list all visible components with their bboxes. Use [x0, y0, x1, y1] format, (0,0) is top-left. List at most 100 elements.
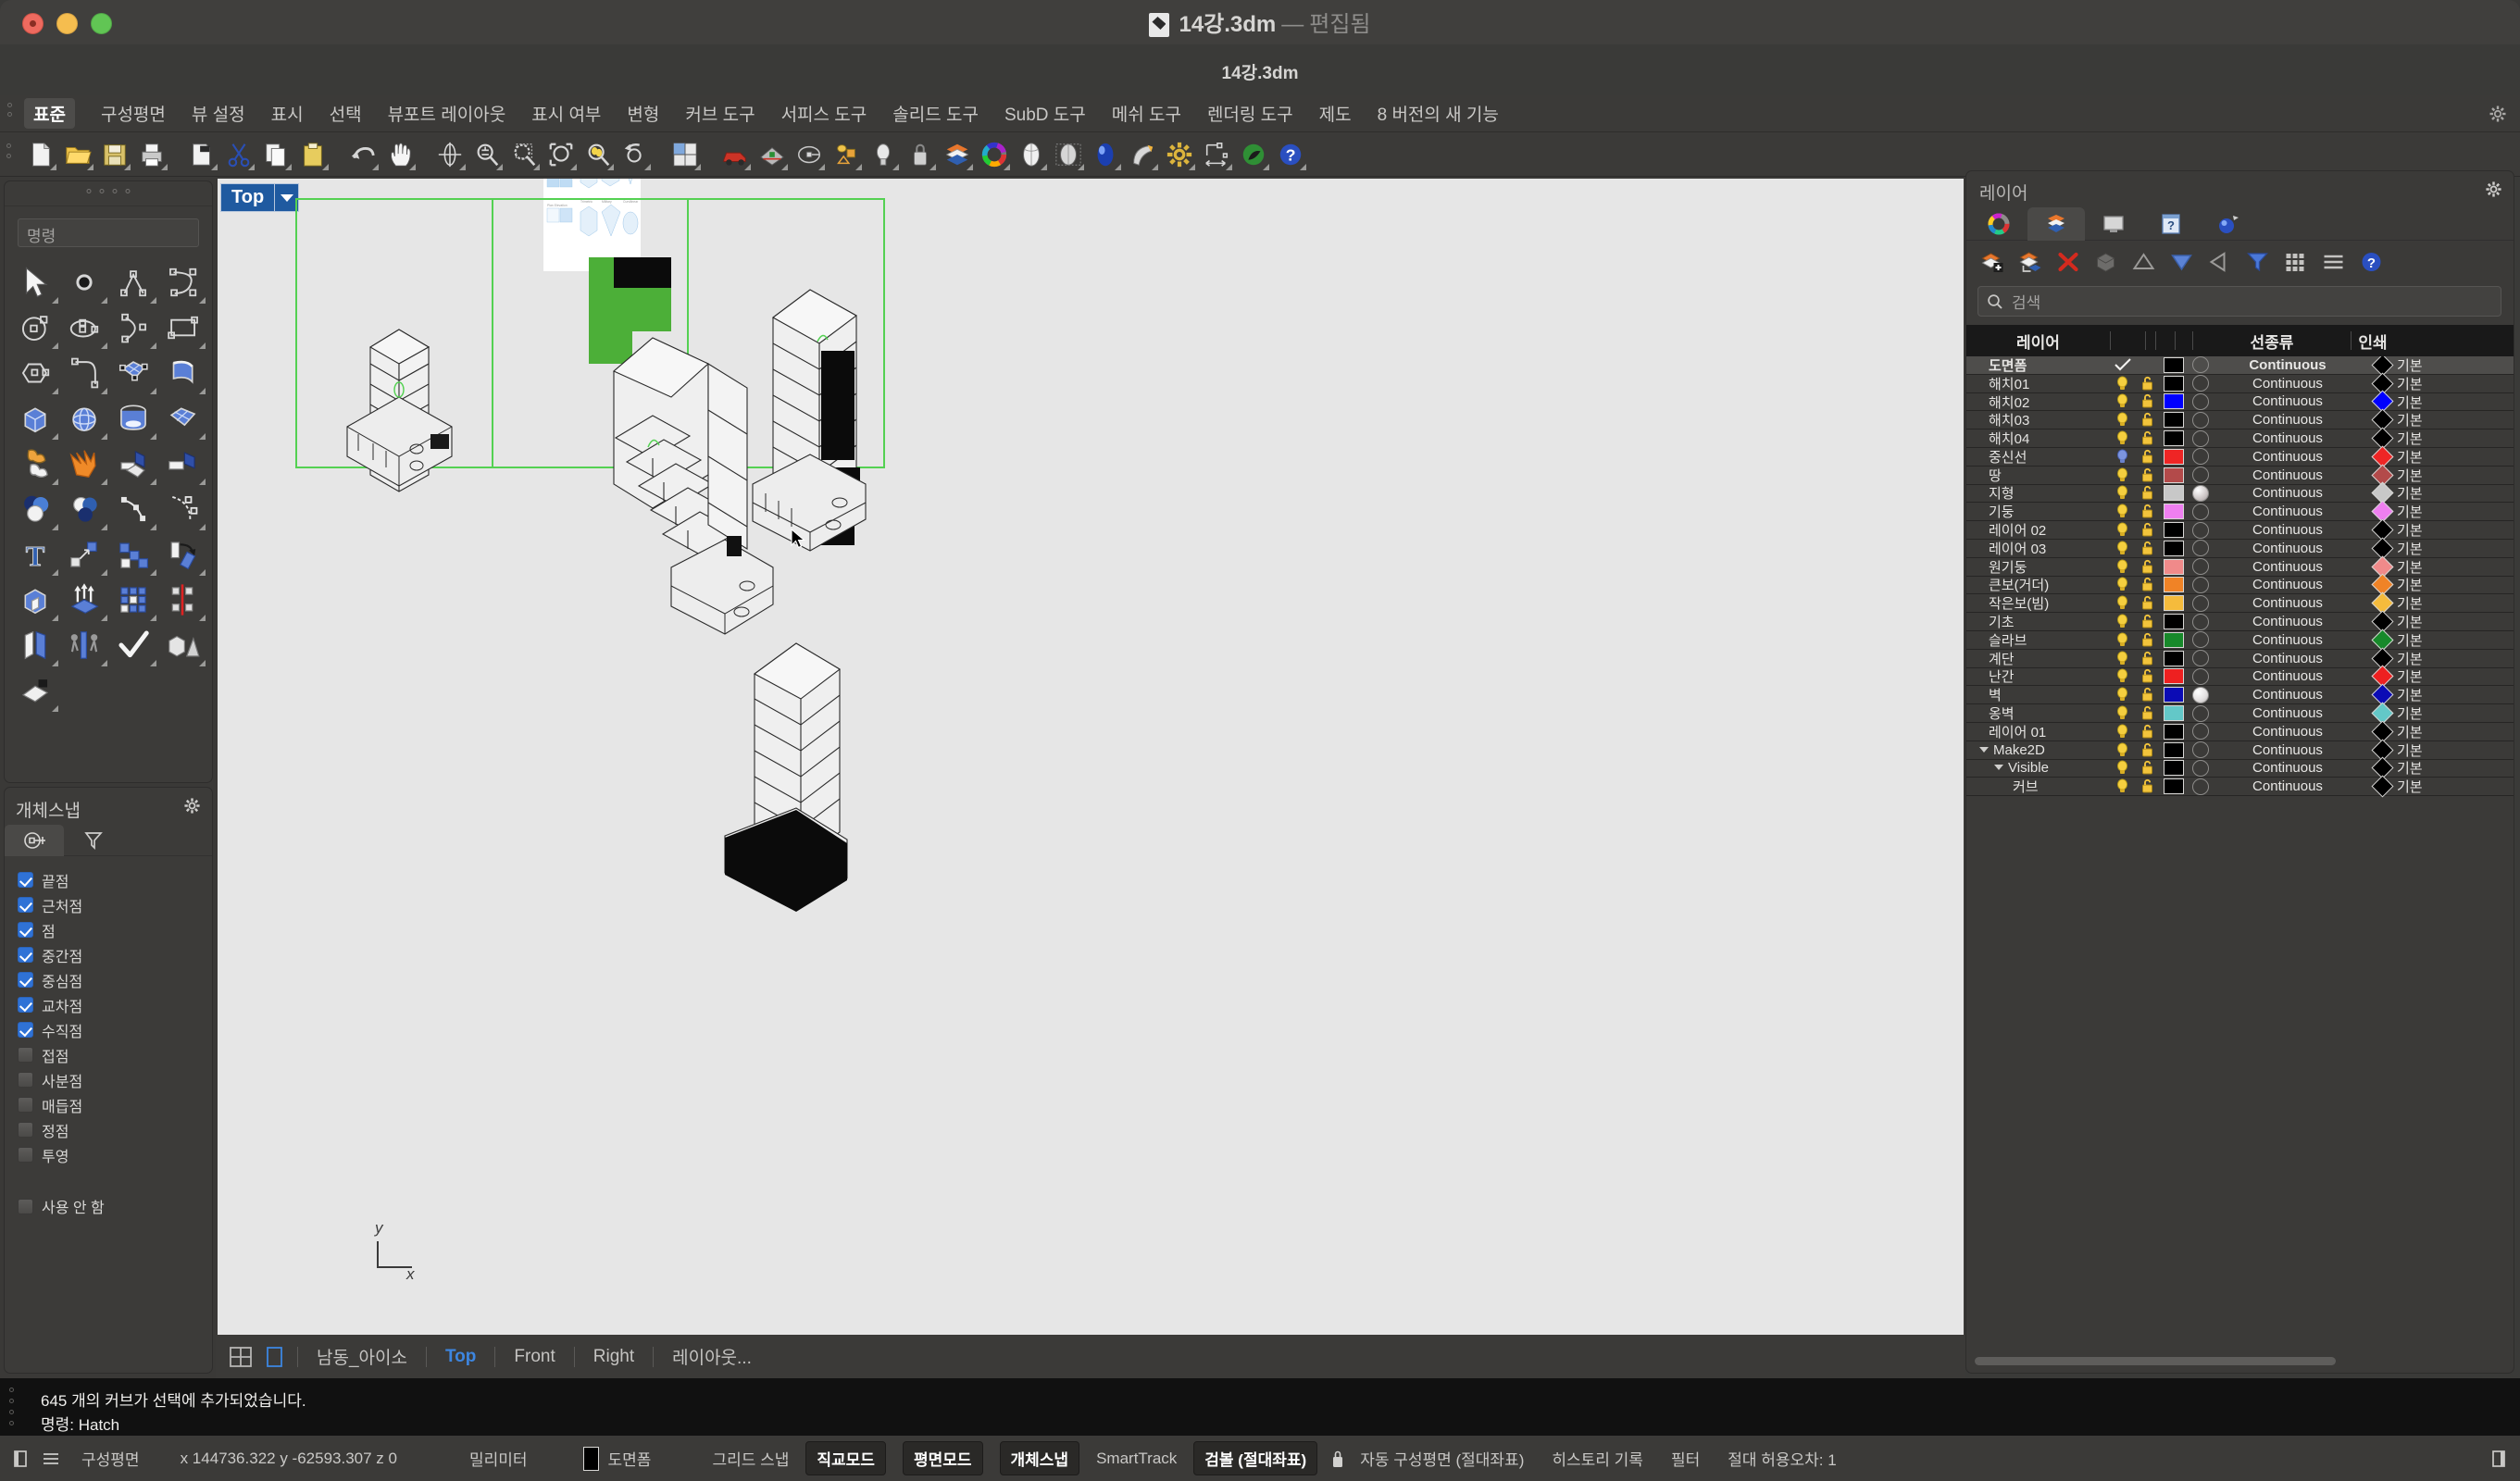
layer-linetype[interactable]: Continuous	[2209, 376, 2366, 392]
layer-material-icon[interactable]	[2192, 356, 2209, 374]
layer-material-icon[interactable]	[2192, 650, 2209, 667]
layer-color-swatch[interactable]	[2164, 467, 2184, 483]
list-icon[interactable]	[41, 1449, 61, 1469]
status-item-2[interactable]: 필터	[1671, 1447, 1700, 1470]
layer-name[interactable]: 레이어 02	[1966, 520, 2110, 540]
zoom-extents-icon[interactable]	[544, 138, 578, 171]
status-item-0[interactable]: 자동 구성평면 (절대좌표)	[1360, 1447, 1524, 1470]
status-toggle-3[interactable]: 개체스냅	[999, 1441, 1080, 1475]
menu-item-14[interactable]: 제도	[1319, 101, 1352, 126]
layer-material-icon[interactable]	[2192, 448, 2209, 466]
menu-item-8[interactable]: 커브 도구	[685, 101, 755, 126]
layer-row[interactable]: 난간 Continuous 기본	[1966, 665, 2514, 688]
layer-color-swatch[interactable]	[2164, 705, 2184, 722]
layer-visibility-icon[interactable]	[2110, 559, 2135, 575]
layer-name[interactable]: 벽	[1966, 685, 2110, 704]
layer-material-icon[interactable]	[2192, 594, 2209, 612]
layer-row[interactable]: 도면폼 Continuous 기본	[1966, 356, 2514, 377]
layer-color-swatch[interactable]	[2164, 558, 2184, 575]
gear-icon[interactable]	[2489, 105, 2507, 123]
select-objects-icon[interactable]	[2090, 247, 2121, 277]
layer-visibility-icon[interactable]	[2110, 393, 2135, 409]
ellipse-icon[interactable]	[59, 305, 108, 350]
layer-linetype[interactable]: Continuous	[2209, 467, 2366, 483]
layer-search-box[interactable]: 검색	[1977, 286, 2501, 317]
layer-row[interactable]: 해치04 Continuous 기본	[1966, 427, 2514, 450]
osnap-row-2[interactable]: 점	[18, 917, 203, 942]
layer-visibility-icon[interactable]	[2110, 687, 2135, 703]
move-up-icon[interactable]	[2127, 247, 2159, 277]
layer-lock-icon[interactable]	[2135, 632, 2160, 648]
fillet-curve-icon[interactable]	[59, 350, 108, 395]
layers-tab-icon[interactable]	[2027, 207, 2085, 241]
layer-name[interactable]: 해치01	[1966, 374, 2110, 393]
layer-material-icon[interactable]	[2192, 392, 2209, 410]
layer-lock-icon[interactable]	[2135, 504, 2160, 519]
status-toggle-2[interactable]: 평면모드	[902, 1441, 983, 1475]
layer-visibility-icon[interactable]	[2110, 614, 2135, 629]
menu-item-1[interactable]: 구성평면	[101, 101, 166, 126]
layer-list[interactable]: 도면폼 Continuous 기본 해치01 Continuous 기본 해치02 Conti…	[1966, 356, 2514, 1336]
split-icon[interactable]	[10, 622, 59, 667]
layer-lock-icon[interactable]	[2135, 595, 2160, 611]
layer-print-width[interactable]: 기본	[2397, 685, 2423, 704]
layer-color-swatch[interactable]	[2164, 631, 2184, 648]
shaded-view-icon[interactable]	[1015, 138, 1048, 171]
dimension-icon[interactable]	[1200, 138, 1233, 171]
viewport-tab-4[interactable]: 레이아웃...	[655, 1344, 768, 1369]
layer-color-swatch[interactable]	[2164, 741, 2184, 758]
scale-icon[interactable]	[59, 622, 108, 667]
layer-linetype[interactable]: Continuous	[2209, 651, 2366, 666]
layer-lock-icon[interactable]	[2135, 668, 2160, 684]
layer-color-swatch[interactable]	[2164, 650, 2184, 666]
layer-material-icon[interactable]	[2192, 667, 2209, 685]
osnap-checkbox-7[interactable]	[18, 1047, 33, 1063]
menu-item-15[interactable]: 8 버전의 새 기능	[1378, 101, 1499, 126]
layer-linetype[interactable]: Continuous	[2209, 668, 2366, 684]
menubar-grip[interactable]	[7, 103, 17, 121]
curve-icon[interactable]	[157, 259, 206, 305]
layer-linetype[interactable]: Continuous	[2209, 687, 2366, 703]
osnap-checkbox-11[interactable]	[18, 1147, 33, 1163]
layer-lock-icon[interactable]	[2135, 467, 2160, 483]
command-grip[interactable]	[9, 1388, 14, 1432]
zoom-icon[interactable]	[470, 138, 504, 171]
chevron-down-icon[interactable]	[1979, 746, 1989, 753]
layer-visibility-icon[interactable]	[2110, 467, 2135, 483]
layer-row[interactable]: 작은보(빔) Continuous 기본	[1966, 591, 2514, 615]
menu-item-2[interactable]: 뷰 설정	[192, 101, 245, 126]
layer-name[interactable]: 계단	[1966, 649, 2110, 668]
render-preview-icon[interactable]	[1089, 138, 1122, 171]
layer-material-icon[interactable]	[2192, 686, 2209, 703]
layer-print-width[interactable]: 기본	[2397, 703, 2423, 723]
panel-grip[interactable]	[86, 189, 131, 193]
surface-patch-icon[interactable]	[157, 395, 206, 441]
status-item-1[interactable]: 히스토리 기록	[1552, 1447, 1643, 1470]
layer-name[interactable]: Make2D	[1966, 742, 2110, 758]
layer-color-swatch[interactable]	[2164, 595, 2184, 612]
paste-icon[interactable]	[296, 138, 330, 171]
layer-linetype[interactable]: Continuous	[2209, 705, 2366, 721]
layer-lock-icon[interactable]	[2135, 430, 2160, 446]
layer-print-width[interactable]: 기본	[2397, 429, 2423, 448]
layer-linetype[interactable]: Continuous	[2209, 778, 2366, 794]
layer-linetype[interactable]: Continuous	[2209, 577, 2366, 592]
options-gear-icon[interactable]	[1163, 138, 1196, 171]
viewport-tab-3[interactable]: Right	[577, 1347, 651, 1367]
layer-visibility-icon[interactable]	[2110, 577, 2135, 592]
osnap-row-10[interactable]: 정점	[18, 1117, 203, 1142]
menu-item-13[interactable]: 렌더링 도구	[1207, 101, 1293, 126]
delete-layer-icon[interactable]	[2052, 247, 2083, 277]
layer-color-swatch[interactable]	[2164, 668, 2184, 685]
cylinder-icon[interactable]	[108, 395, 157, 441]
top-viewport[interactable]: (primary)(auxiliary) First-angleIsometri…	[218, 179, 1964, 1337]
osnap-checkbox-10[interactable]	[18, 1122, 33, 1138]
layer-print-width[interactable]: 기본	[2397, 777, 2423, 796]
layer-name[interactable]: Visible	[1966, 760, 2110, 776]
layer-material-icon[interactable]	[2192, 741, 2209, 759]
new-layer-icon[interactable]	[1976, 247, 2007, 277]
osnap-checkbox-2[interactable]	[18, 922, 33, 938]
layer-color-swatch[interactable]	[2164, 393, 2184, 410]
print-icon[interactable]	[135, 138, 168, 171]
layer-linetype[interactable]: Continuous	[2209, 632, 2366, 648]
